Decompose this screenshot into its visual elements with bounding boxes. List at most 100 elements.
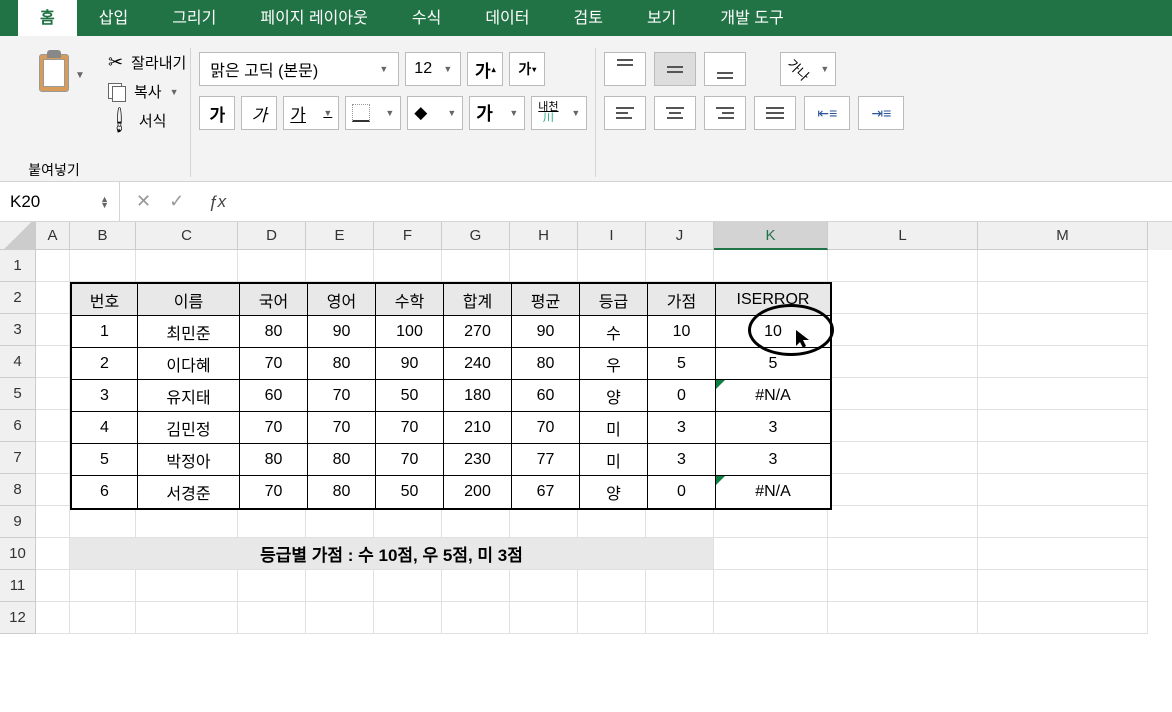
cell[interactable]: 70 — [376, 412, 444, 444]
col-header-H[interactable]: H — [510, 222, 578, 250]
cell[interactable]: 3 — [716, 444, 830, 476]
cell[interactable]: 70 — [240, 412, 308, 444]
font-family-select[interactable]: 맑은 고딕 (본문)▼ — [199, 52, 399, 86]
cell[interactable] — [646, 250, 714, 282]
name-box-dropdown-icon[interactable]: ▲▼ — [100, 196, 109, 208]
cell[interactable] — [36, 474, 70, 506]
table-header[interactable]: 합계 — [444, 284, 512, 316]
row-header-5[interactable]: 5 — [0, 378, 36, 410]
cell[interactable] — [578, 506, 646, 538]
tab-formulas[interactable]: 수식 — [390, 0, 463, 36]
note-cell[interactable]: 등급별 가점 : 수 10점, 우 5점, 미 3점 — [70, 538, 714, 570]
cell[interactable]: 양 — [580, 380, 648, 412]
row-header-8[interactable]: 8 — [0, 474, 36, 506]
cell[interactable]: 70 — [240, 348, 308, 380]
paste-dropdown-icon[interactable]: ▼ — [75, 70, 85, 81]
cell[interactable]: 3 — [648, 412, 716, 444]
cell[interactable]: 수 — [580, 316, 648, 348]
cell[interactable] — [36, 506, 70, 538]
cell[interactable]: 270 — [444, 316, 512, 348]
row-header-2[interactable]: 2 — [0, 282, 36, 314]
cell[interactable] — [978, 378, 1148, 410]
tab-insert[interactable]: 삽입 — [77, 0, 150, 36]
row-header-1[interactable]: 1 — [0, 250, 36, 282]
row-header-6[interactable]: 6 — [0, 410, 36, 442]
cell[interactable]: 230 — [444, 444, 512, 476]
table-header[interactable]: 번호 — [72, 284, 138, 316]
cell[interactable]: 유지태 — [138, 380, 240, 412]
table-header[interactable]: 영어 — [308, 284, 376, 316]
align-middle-button[interactable] — [654, 52, 696, 86]
cell[interactable]: 최민준 — [138, 316, 240, 348]
cell[interactable] — [646, 506, 714, 538]
cell[interactable]: #N/A — [716, 380, 830, 412]
table-header[interactable]: 국어 — [240, 284, 308, 316]
cell[interactable] — [978, 250, 1148, 282]
cell[interactable]: 240 — [444, 348, 512, 380]
col-header-I[interactable]: I — [578, 222, 646, 250]
cell[interactable] — [238, 570, 306, 602]
cell[interactable]: 60 — [240, 380, 308, 412]
cell[interactable] — [828, 410, 978, 442]
align-justify-button[interactable] — [754, 96, 796, 130]
copy-dropdown-icon[interactable]: ▼ — [170, 87, 179, 97]
increase-indent-button[interactable]: ⇥≡ — [858, 96, 904, 130]
cell[interactable] — [978, 570, 1148, 602]
cell[interactable] — [828, 474, 978, 506]
cell[interactable] — [306, 250, 374, 282]
cell[interactable]: 70 — [376, 444, 444, 476]
col-header-M[interactable]: M — [978, 222, 1148, 250]
font-size-select[interactable]: 12▼ — [405, 52, 461, 86]
cell[interactable] — [510, 602, 578, 634]
cell[interactable] — [70, 570, 136, 602]
cell[interactable] — [978, 506, 1148, 538]
cell[interactable] — [978, 346, 1148, 378]
cell[interactable] — [978, 442, 1148, 474]
cell[interactable]: 100 — [376, 316, 444, 348]
cell[interactable] — [978, 410, 1148, 442]
cell[interactable]: 5 — [72, 444, 138, 476]
cell[interactable]: 0 — [648, 476, 716, 508]
cell[interactable]: 박정아 — [138, 444, 240, 476]
cell[interactable] — [238, 250, 306, 282]
cell[interactable] — [36, 282, 70, 314]
cell[interactable] — [828, 346, 978, 378]
cell[interactable]: 90 — [376, 348, 444, 380]
cell[interactable]: 양 — [580, 476, 648, 508]
cell[interactable] — [828, 506, 978, 538]
cell[interactable] — [374, 506, 442, 538]
cell[interactable] — [714, 602, 828, 634]
table-header[interactable]: 수학 — [376, 284, 444, 316]
cell[interactable] — [578, 250, 646, 282]
col-header-J[interactable]: J — [646, 222, 714, 250]
cell[interactable] — [36, 410, 70, 442]
cell[interactable]: 90 — [512, 316, 580, 348]
cell[interactable]: 80 — [512, 348, 580, 380]
cell[interactable] — [374, 602, 442, 634]
cell[interactable]: 70 — [240, 476, 308, 508]
align-left-button[interactable] — [604, 96, 646, 130]
increase-font-button[interactable]: 가▴ — [467, 52, 503, 86]
cell[interactable] — [136, 570, 238, 602]
cell[interactable]: 70 — [308, 412, 376, 444]
tab-page-layout[interactable]: 페이지 레이아웃 — [238, 0, 390, 36]
table-header[interactable]: 가점 — [648, 284, 716, 316]
cell[interactable] — [306, 570, 374, 602]
align-right-button[interactable] — [704, 96, 746, 130]
align-top-button[interactable] — [604, 52, 646, 86]
cell[interactable] — [714, 506, 828, 538]
cell[interactable]: 3 — [716, 412, 830, 444]
cell[interactable]: 우 — [580, 348, 648, 380]
table-header[interactable]: 평균 — [512, 284, 580, 316]
cell[interactable] — [70, 506, 136, 538]
cell[interactable]: 80 — [240, 444, 308, 476]
cell[interactable] — [828, 442, 978, 474]
cell[interactable]: 6 — [72, 476, 138, 508]
fill-color-button[interactable]: ◆▼ — [407, 96, 463, 130]
decrease-font-button[interactable]: 가▾ — [509, 52, 545, 86]
cell[interactable] — [828, 538, 978, 570]
cell[interactable] — [374, 570, 442, 602]
cell[interactable]: 3 — [72, 380, 138, 412]
cell[interactable] — [714, 538, 828, 570]
cell[interactable] — [510, 250, 578, 282]
